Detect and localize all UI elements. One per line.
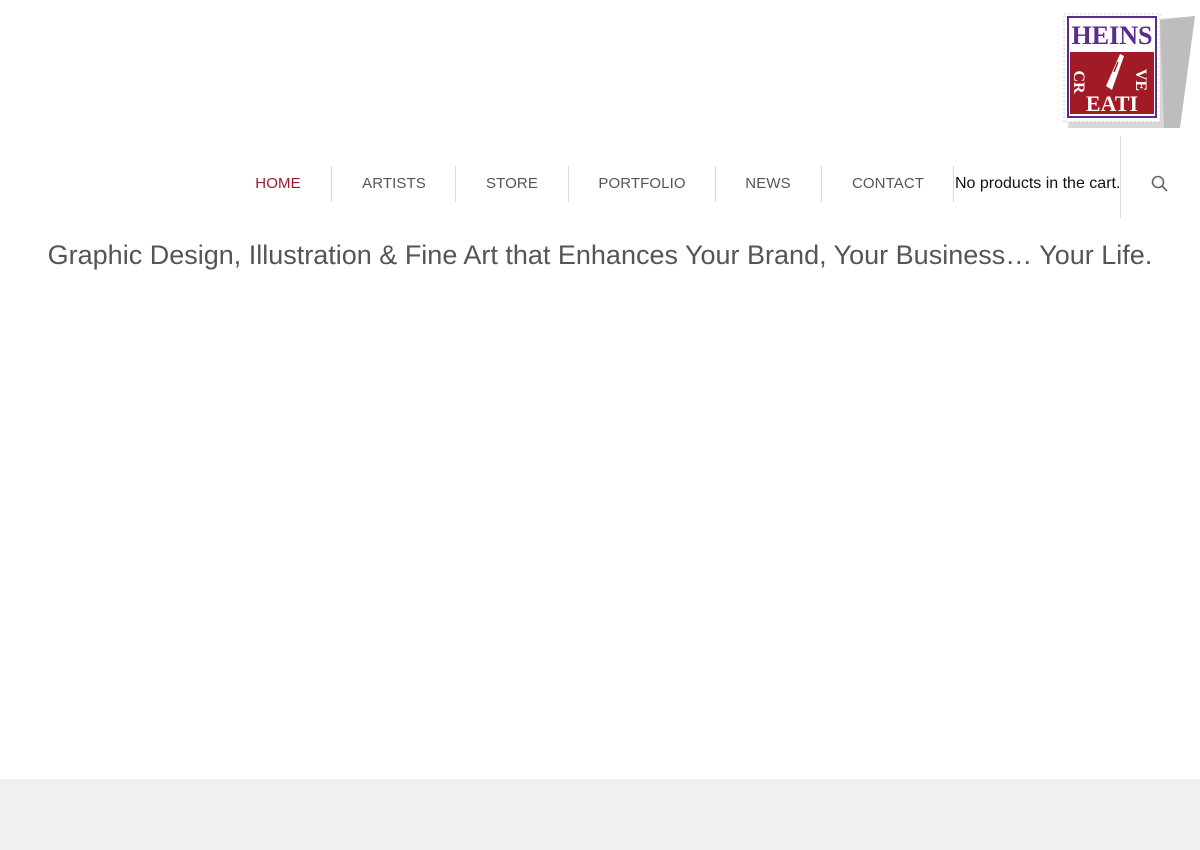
nav-divider	[953, 166, 954, 202]
logo-stamp-graphic: HEINS CR VE EATI	[1063, 13, 1195, 128]
hero-tagline: Graphic Design, Illustration & Fine Art …	[47, 240, 1153, 270]
search-icon[interactable]	[1150, 174, 1170, 194]
nav-divider	[568, 166, 569, 202]
svg-text:VE: VE	[1132, 69, 1149, 91]
cart-status[interactable]: No products in the cart.	[955, 166, 1120, 202]
site-logo[interactable]: HEINS CR VE EATI	[1060, 10, 1195, 130]
nav-divider	[331, 166, 332, 202]
nav-divider	[715, 166, 716, 202]
nav-item-store[interactable]: STORE	[476, 166, 548, 202]
logo-text-top: HEINS	[1072, 21, 1153, 50]
nav-item-portfolio[interactable]: PORTFOLIO	[590, 166, 694, 202]
logo-text-bottom: EATI	[1086, 91, 1138, 116]
footer-band	[0, 779, 1200, 850]
nav-divider	[455, 166, 456, 202]
nav-item-news[interactable]: NEWS	[736, 166, 800, 202]
nav-divider	[821, 166, 822, 202]
nav-item-contact[interactable]: CONTACT	[842, 166, 934, 202]
main-navigation: HOME ARTISTS STORE PORTFOLIO NEWS CONTAC…	[0, 136, 1200, 218]
nav-item-artists[interactable]: ARTISTS	[352, 166, 436, 202]
nav-item-home[interactable]: HOME	[243, 166, 313, 202]
svg-text:CR: CR	[1070, 70, 1087, 94]
nav-divider	[1120, 136, 1121, 218]
